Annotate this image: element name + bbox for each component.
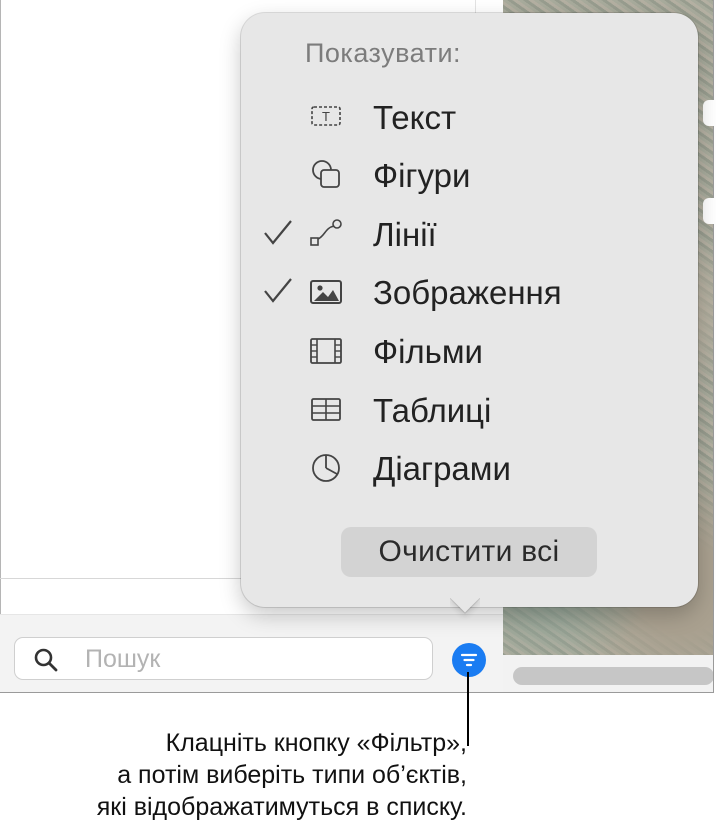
checkmark-icon	[264, 278, 292, 303]
popover-arrow	[450, 598, 480, 628]
checkmark-icon	[264, 220, 292, 245]
filter-item-label: Фігури	[373, 157, 471, 194]
filter-item-label: Таблиці	[373, 392, 492, 429]
filter-icon	[460, 653, 478, 667]
film-icon	[310, 338, 342, 364]
clear-all-button[interactable]: Очистити всі	[341, 527, 597, 577]
popover-title: Показувати:	[305, 38, 462, 68]
filter-item-label: Фільми	[373, 333, 483, 370]
filter-item-movies[interactable]: Фільми	[241, 327, 698, 377]
canvas-tab	[703, 100, 715, 126]
filter-item-label: Текст	[373, 99, 457, 136]
filter-item-label: Діаграми	[373, 450, 511, 487]
caption-line: які відображатимуться в списку.	[96, 793, 467, 821]
text-box-icon: T	[311, 106, 341, 126]
search-icon	[34, 648, 58, 672]
table-icon	[311, 398, 341, 421]
caption-line: Клацніть кнопку «Фільтр»,	[165, 729, 467, 757]
filter-item-images[interactable]: Зображення	[241, 268, 698, 318]
filter-item-label: Лінії	[373, 216, 437, 253]
pie-chart-icon	[312, 454, 340, 482]
canvas-tab	[703, 198, 715, 224]
filter-item-lines[interactable]: Лінії	[241, 210, 698, 260]
filter-item-label: Зображення	[373, 274, 562, 311]
caption-line: а потім виберіть типи об’єктів,	[117, 761, 467, 789]
filter-item-tables[interactable]: Таблиці	[241, 386, 698, 436]
callout-caption: Клацніть кнопку «Фільтр», а потім вибері…	[97, 727, 467, 823]
filter-item-text[interactable]: T Текст	[241, 93, 698, 143]
search-input[interactable]	[85, 644, 405, 674]
filter-item-shapes[interactable]: Фігури	[241, 151, 698, 201]
horizontal-scrollbar[interactable]	[513, 667, 713, 685]
shapes-icon	[312, 160, 340, 188]
filter-item-charts[interactable]: Діаграми	[241, 444, 698, 494]
line-icon	[310, 219, 342, 246]
search-field[interactable]	[14, 637, 433, 680]
svg-text:T: T	[322, 109, 330, 124]
filter-button[interactable]	[452, 643, 486, 677]
image-icon	[310, 280, 342, 304]
callout-line	[467, 672, 469, 746]
